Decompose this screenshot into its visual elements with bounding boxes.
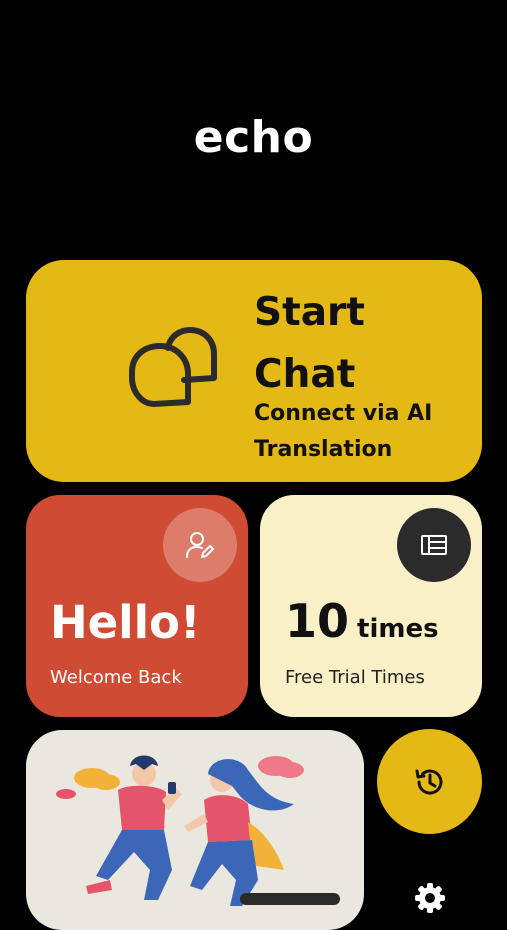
start-chat-title-line1: Start [254,290,365,335]
chat-bubbles-icon [129,327,217,407]
trial-count: 10 times [285,593,439,649]
start-chat-title: Start Chat [254,282,365,406]
welcome-text: Welcome Back [50,667,182,688]
gear-icon [415,883,445,913]
free-trial-card: 10 times Free Trial Times [260,495,482,717]
start-chat-subtitle: Connect via AI Translation [254,401,433,462]
edit-profile-icon [186,532,214,558]
history-icon [415,769,442,795]
start-chat-card[interactable]: Start Chat Connect via AI Translation [26,260,482,482]
history-button[interactable] [377,729,482,834]
plans-button[interactable] [397,508,471,582]
settings-button[interactable] [410,878,450,918]
bottom-bar-handle [240,893,340,905]
stack-icon [421,535,447,555]
edit-profile-button[interactable] [163,508,237,582]
hello-title: Hello! [50,596,201,649]
app-title: echo [193,112,314,163]
trial-label: Free Trial Times [285,667,425,688]
hello-card: Hello! Welcome Back [26,495,248,717]
trial-count-number: 10 [285,594,350,648]
trial-count-unit: times [357,614,439,644]
